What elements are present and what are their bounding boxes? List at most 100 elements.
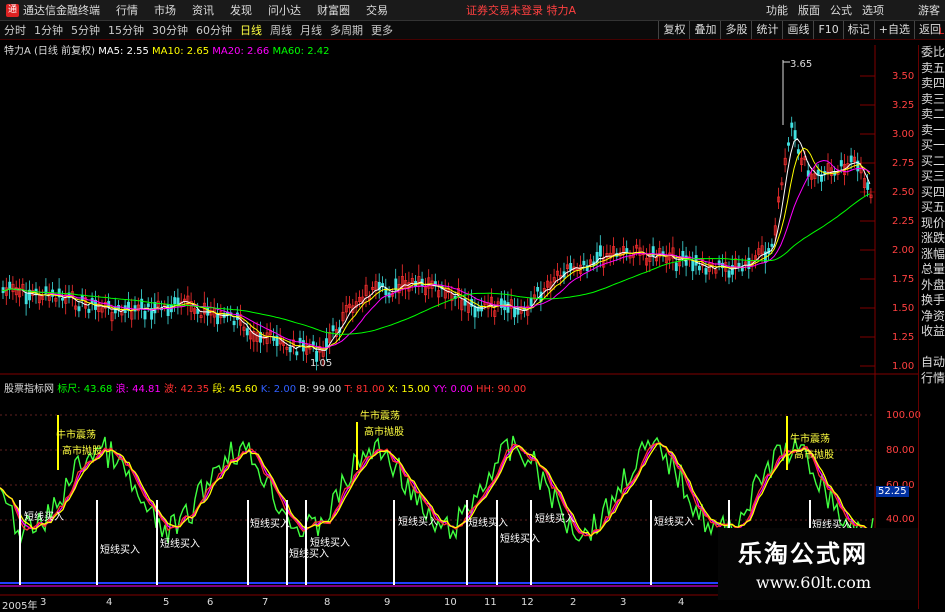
ind-current-value: 52.25 <box>876 486 909 497</box>
price-tick: 3.00 <box>892 129 915 140</box>
sidebar-item-sell4[interactable]: 卖四 <box>919 76 945 92</box>
candle-body <box>24 293 28 305</box>
candle-body <box>473 305 477 318</box>
t-value: T: 81.00 <box>344 384 385 395</box>
candle-body <box>625 248 629 253</box>
candle-body <box>796 149 800 154</box>
ma60-value: MA60: 2.42 <box>272 46 330 57</box>
sidebar-item-weibi[interactable]: 委比 <box>919 45 945 61</box>
candle-body <box>516 306 520 315</box>
candle-body <box>166 304 170 316</box>
candle-body <box>598 245 602 257</box>
b-value: B: 99.00 <box>299 384 342 395</box>
sidebar-tag: L <box>938 27 944 37</box>
candle-body <box>674 262 678 272</box>
candle-body <box>787 142 790 146</box>
candle-body <box>311 341 315 346</box>
buy-label: 短线买入 <box>100 545 140 556</box>
sidebar-item-sell3[interactable]: 卖三 <box>919 92 945 108</box>
ma5-value: MA5: 2.55 <box>98 46 149 57</box>
candle-body <box>77 306 81 312</box>
sidebar-item-buy4[interactable]: 买四 <box>919 185 945 201</box>
buy-label: 短线买入 <box>654 517 694 528</box>
sidebar-item-change[interactable]: 涨跌 <box>919 231 945 247</box>
candle-body <box>849 155 853 163</box>
sidebar-item-netasset[interactable]: 净资 <box>919 309 945 325</box>
candle-body <box>513 307 517 318</box>
stock-name: 特力A <box>4 46 31 57</box>
ma-line <box>1 159 871 349</box>
sidebar-item-buy3[interactable]: 买三 <box>919 169 945 185</box>
sidebar-item-sell2[interactable]: 卖二 <box>919 107 945 123</box>
sidebar-item-buy2[interactable]: 买二 <box>919 154 945 170</box>
candle-body <box>866 182 870 190</box>
sell-label: 高市抛股 <box>364 427 404 438</box>
candle-body <box>697 265 701 271</box>
candle-body <box>793 130 797 140</box>
candle-body <box>394 278 398 290</box>
indicator-name: 股票指标网 <box>4 384 54 395</box>
sidebar-item-volume[interactable]: 总量 <box>919 262 945 278</box>
candle-body <box>232 320 236 326</box>
k-value: K: 2.00 <box>260 384 297 395</box>
candle-body <box>790 122 794 128</box>
sidebar-item-pct[interactable]: 涨幅 <box>919 247 945 263</box>
ma10-value: MA10: 2.65 <box>152 46 210 57</box>
price-tick: 2.75 <box>892 158 915 169</box>
sidebar-item-auto[interactable]: 自动 <box>919 355 945 371</box>
candle-body <box>288 346 292 353</box>
kline-chart[interactable] <box>0 0 918 609</box>
buy-label: 短线买入 <box>24 512 64 523</box>
sidebar-item-price[interactable]: 现价 <box>919 216 945 232</box>
buy-label: 短线买入 <box>160 539 200 550</box>
candle-body <box>8 281 12 290</box>
date-tick: 12 <box>521 597 534 608</box>
candle-body <box>61 297 64 301</box>
candle-body <box>737 262 741 268</box>
indicator-legend: 股票指标网 标尺: 43.68 浪: 44.81 波: 42.35 段: 45.… <box>4 380 526 395</box>
candle-body <box>582 260 586 266</box>
bull-label: 牛市震荡 <box>56 430 96 441</box>
candle-body <box>295 351 299 356</box>
sidebar-item-quote[interactable]: 行情 <box>919 371 945 387</box>
date-tick: 4 <box>106 597 113 608</box>
sidebar-item-buy5[interactable]: 买五 <box>919 200 945 216</box>
biaochi-value: 标尺: 43.68 <box>57 384 113 395</box>
candle-body <box>381 283 385 287</box>
sidebar-item-buy1[interactable]: 买一 <box>919 138 945 154</box>
candle-body <box>143 310 147 320</box>
sidebar-item-earnings[interactable]: 收益 <box>919 324 945 340</box>
buy-label: 短线买入 <box>310 538 350 549</box>
candle-body <box>691 260 695 272</box>
lang-value: 浪: 44.81 <box>115 384 161 395</box>
candle-body <box>216 314 220 325</box>
sidebar-item-sell1[interactable]: 卖一 <box>919 123 945 139</box>
candle-body <box>87 308 91 313</box>
sidebar-item-sell5[interactable]: 卖五 <box>919 61 945 77</box>
ma-line <box>1 138 871 351</box>
low-label: 1.05 <box>310 358 333 369</box>
chart-mode: (日线 前复权) <box>34 46 96 57</box>
sidebar-item-outer[interactable]: 外盘 <box>919 278 945 294</box>
candle-body <box>770 243 774 247</box>
site-watermark: 乐淘公式网 www.60lt.com <box>718 528 918 600</box>
ind-tick: 80.00 <box>886 445 915 456</box>
buy-label: 短线买入 <box>250 519 290 530</box>
price-tick: 3.25 <box>892 100 915 111</box>
date-tick: 7 <box>262 597 269 608</box>
candle-body <box>529 297 533 306</box>
date-tick: 4 <box>678 597 685 608</box>
price-tick: 1.75 <box>892 274 915 285</box>
sidebar-item-turnover[interactable]: 换手 <box>919 293 945 309</box>
candle-body <box>839 160 843 167</box>
bo-value: 波: 42.35 <box>163 384 210 395</box>
duan-value: 段: 45.60 <box>212 384 258 395</box>
bull-label: 牛市震荡 <box>790 434 830 445</box>
bull-label: 牛市震荡 <box>360 411 400 422</box>
yy-value: YY: 0.00 <box>433 384 473 395</box>
date-tick: 2 <box>570 597 577 608</box>
candle-body <box>331 325 335 332</box>
buy-label: 短线买入 <box>468 518 508 529</box>
quote-sidebar: L 委比 卖五 卖四 卖三 卖二 卖一 买一 买二 买三 买四 买五 现价 涨跌… <box>918 27 945 609</box>
price-tick: 1.00 <box>892 361 915 372</box>
